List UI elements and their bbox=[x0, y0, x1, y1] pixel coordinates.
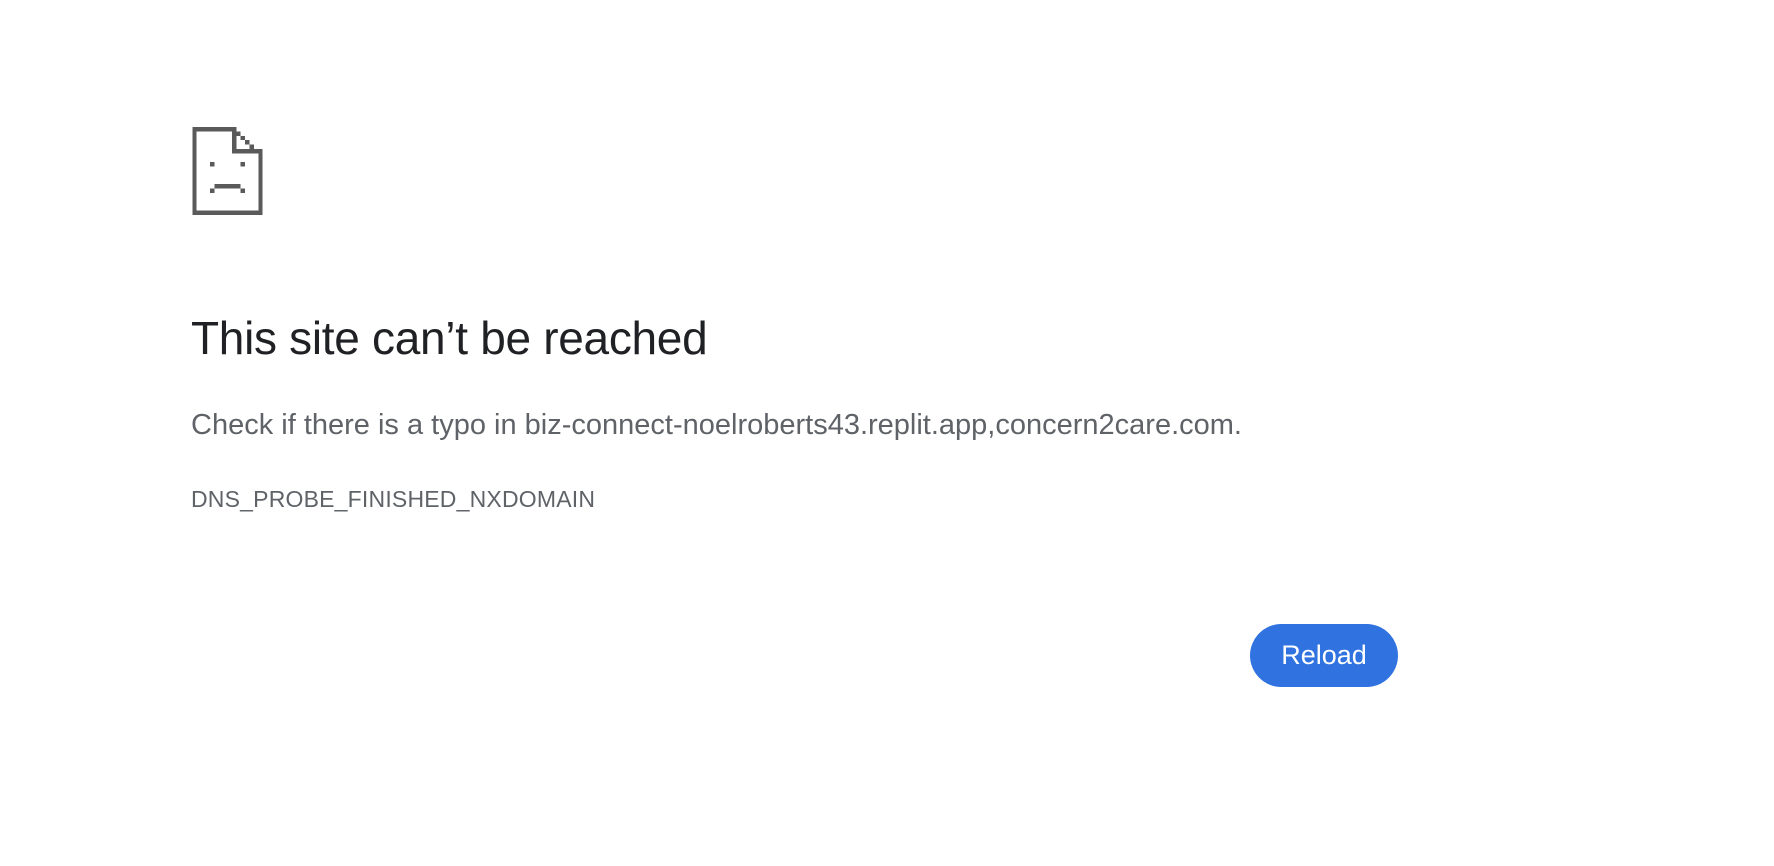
error-message: Check if there is a typo in biz-connect-… bbox=[191, 409, 1242, 441]
sad-page-icon bbox=[191, 127, 264, 215]
error-page: This site can’t be reached Check if ther… bbox=[0, 0, 1774, 866]
error-code: DNS_PROBE_FINISHED_NXDOMAIN bbox=[191, 486, 596, 512]
reload-button[interactable]: Reload bbox=[1250, 624, 1398, 687]
page-title: This site can’t be reached bbox=[191, 312, 708, 364]
